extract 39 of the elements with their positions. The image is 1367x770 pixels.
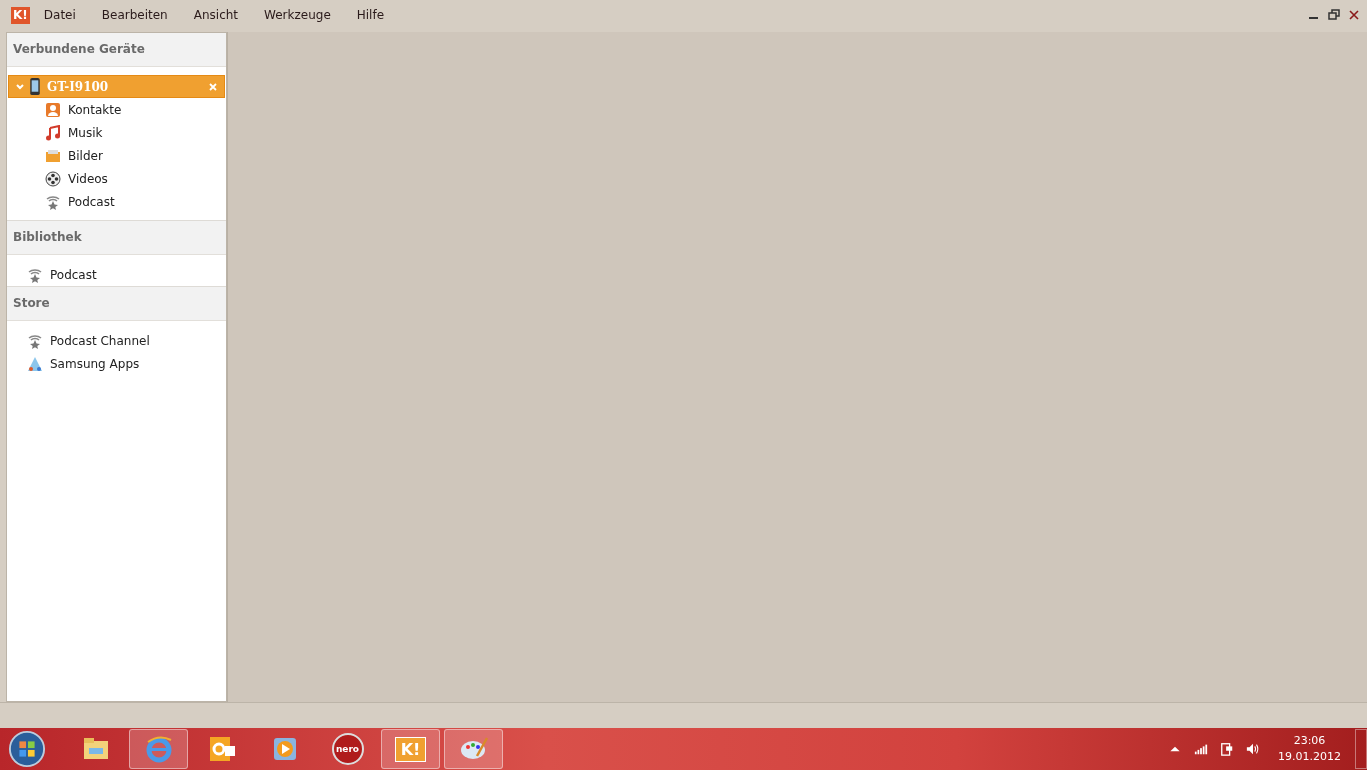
sidebar-item[interactable]: Podcast bbox=[7, 190, 226, 213]
restore-icon[interactable] bbox=[1327, 8, 1341, 22]
podcast-icon bbox=[45, 193, 61, 210]
sidebar-item[interactable]: Videos bbox=[7, 167, 226, 190]
app-logo: K! bbox=[394, 736, 427, 762]
menu-item[interactable]: Datei bbox=[43, 8, 76, 22]
clock[interactable]: 23:06 19.01.2012 bbox=[1278, 733, 1341, 765]
music-note-icon bbox=[45, 124, 61, 141]
close-icon[interactable] bbox=[1347, 8, 1361, 22]
menu-item[interactable]: Bearbeiten bbox=[101, 8, 168, 22]
taskbar-button[interactable] bbox=[444, 729, 503, 769]
triangle-icon bbox=[27, 355, 43, 372]
taskbar-button[interactable]: nero bbox=[318, 729, 377, 769]
podcast-icon bbox=[27, 332, 43, 349]
sidebar-item[interactable]: Podcast Channel bbox=[7, 329, 226, 352]
film-reel-icon bbox=[45, 170, 61, 187]
phone-icon bbox=[29, 77, 41, 96]
signal-icon[interactable] bbox=[1194, 742, 1208, 756]
clock-date: 19.01.2012 bbox=[1278, 749, 1341, 765]
sidebar-item[interactable]: Bilder bbox=[7, 144, 226, 167]
sidebar-item[interactable]: Kontakte bbox=[7, 98, 226, 121]
power-plug-icon[interactable] bbox=[1220, 742, 1234, 756]
section-header: Store bbox=[7, 286, 226, 321]
contact-card-icon bbox=[45, 101, 61, 118]
folder-icon bbox=[45, 147, 61, 164]
sidebar-item[interactable]: Musik bbox=[7, 121, 226, 144]
section-header: Verbundene Geräte bbox=[7, 33, 226, 67]
sidebar-item[interactable]: Samsung Apps bbox=[7, 352, 226, 375]
menu-item[interactable]: Werkzeuge bbox=[264, 8, 331, 22]
menu-item[interactable]: Hilfe bbox=[356, 8, 385, 22]
podcast-icon bbox=[27, 266, 43, 283]
sidebar-item[interactable]: Podcast bbox=[7, 263, 226, 286]
start-button[interactable] bbox=[8, 730, 46, 768]
clock-time: 23:06 bbox=[1293, 733, 1326, 749]
menu-item[interactable]: Ansicht bbox=[193, 8, 239, 22]
nero-logo: nero bbox=[331, 733, 364, 765]
section-header: Bibliothek bbox=[7, 220, 226, 255]
speaker-icon[interactable] bbox=[1246, 742, 1260, 756]
app-logo: K! bbox=[11, 6, 30, 24]
